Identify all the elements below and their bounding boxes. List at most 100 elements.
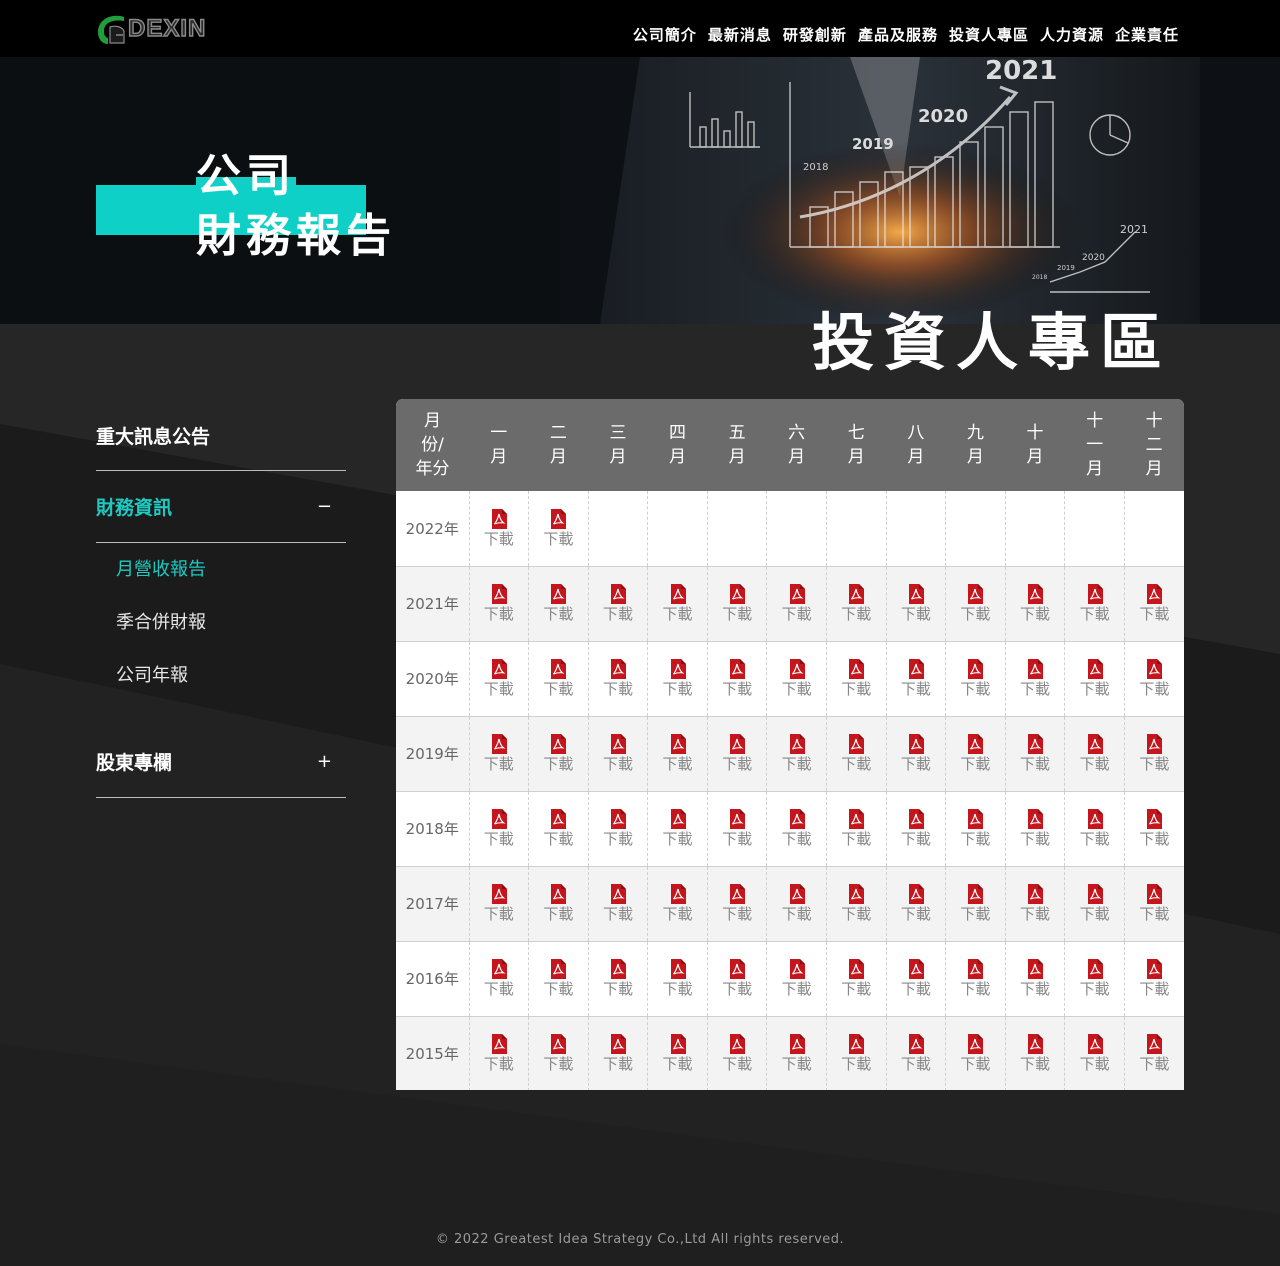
sidebar-item-shareholders[interactable]: 股東專欄 + bbox=[96, 726, 346, 798]
download-link[interactable]: 下載 bbox=[722, 734, 752, 773]
download-link[interactable]: 下載 bbox=[841, 959, 871, 998]
logo[interactable]: DEXIN bbox=[96, 12, 206, 46]
download-link[interactable]: 下載 bbox=[841, 1034, 871, 1073]
download-link[interactable]: 下載 bbox=[543, 508, 573, 548]
sidebar-subitem-annual-report[interactable]: 公司年報 bbox=[116, 663, 346, 716]
download-link[interactable]: 下載 bbox=[841, 584, 871, 623]
sidebar-item-financial-info[interactable]: 財務資訊 − bbox=[96, 471, 346, 543]
download-link[interactable]: 下載 bbox=[484, 508, 514, 548]
download-link[interactable]: 下載 bbox=[1020, 959, 1050, 998]
download-link[interactable]: 下載 bbox=[1139, 584, 1169, 623]
sidebar-item-announcements[interactable]: 重大訊息公告 bbox=[96, 400, 346, 471]
download-link[interactable]: 下載 bbox=[543, 1034, 573, 1073]
download-link[interactable]: 下載 bbox=[484, 734, 514, 773]
download-link[interactable]: 下載 bbox=[960, 1034, 990, 1073]
nav-item-hr[interactable]: 人力資源 bbox=[1040, 24, 1104, 45]
download-link[interactable]: 下載 bbox=[663, 884, 693, 923]
download-link[interactable]: 下載 bbox=[484, 659, 514, 698]
nav-item-news[interactable]: 最新消息 bbox=[708, 24, 772, 45]
download-link[interactable]: 下載 bbox=[1080, 659, 1110, 698]
download-link[interactable]: 下載 bbox=[782, 959, 812, 998]
download-link[interactable]: 下載 bbox=[1020, 584, 1050, 623]
download-link[interactable]: 下載 bbox=[901, 734, 931, 773]
download-link[interactable]: 下載 bbox=[543, 734, 573, 773]
nav-item-products[interactable]: 產品及服務 bbox=[858, 24, 938, 45]
download-link[interactable]: 下載 bbox=[841, 809, 871, 848]
download-link[interactable]: 下載 bbox=[1139, 659, 1169, 698]
download-link[interactable]: 下載 bbox=[484, 584, 514, 623]
download-link[interactable]: 下載 bbox=[960, 959, 990, 998]
download-link[interactable]: 下載 bbox=[484, 809, 514, 848]
expand-icon[interactable]: + bbox=[317, 751, 332, 772]
download-link[interactable]: 下載 bbox=[543, 884, 573, 923]
download-link[interactable]: 下載 bbox=[901, 584, 931, 623]
download-link[interactable]: 下載 bbox=[603, 659, 633, 698]
download-link[interactable]: 下載 bbox=[901, 1034, 931, 1073]
download-link[interactable]: 下載 bbox=[782, 659, 812, 698]
download-link[interactable]: 下載 bbox=[1080, 584, 1110, 623]
download-link[interactable]: 下載 bbox=[722, 659, 752, 698]
download-link[interactable]: 下載 bbox=[1080, 809, 1110, 848]
download-link[interactable]: 下載 bbox=[1020, 1034, 1050, 1073]
download-link[interactable]: 下載 bbox=[1020, 809, 1050, 848]
download-link[interactable]: 下載 bbox=[901, 659, 931, 698]
download-link[interactable]: 下載 bbox=[484, 959, 514, 998]
download-link[interactable]: 下載 bbox=[1139, 959, 1169, 998]
download-link[interactable]: 下載 bbox=[960, 884, 990, 923]
download-link[interactable]: 下載 bbox=[543, 659, 573, 698]
download-link[interactable]: 下載 bbox=[1020, 659, 1050, 698]
download-link[interactable]: 下載 bbox=[1139, 734, 1169, 773]
download-link[interactable]: 下載 bbox=[722, 884, 752, 923]
download-link[interactable]: 下載 bbox=[901, 959, 931, 998]
download-link[interactable]: 下載 bbox=[543, 584, 573, 623]
download-link[interactable]: 下載 bbox=[663, 1034, 693, 1073]
download-link[interactable]: 下載 bbox=[960, 809, 990, 848]
download-link[interactable]: 下載 bbox=[543, 959, 573, 998]
download-link[interactable]: 下載 bbox=[960, 584, 990, 623]
download-link[interactable]: 下載 bbox=[1020, 734, 1050, 773]
nav-item-about[interactable]: 公司簡介 bbox=[633, 24, 697, 45]
download-link[interactable]: 下載 bbox=[1139, 884, 1169, 923]
collapse-icon[interactable]: − bbox=[317, 496, 332, 517]
download-link[interactable]: 下載 bbox=[603, 959, 633, 998]
download-link[interactable]: 下載 bbox=[722, 809, 752, 848]
download-link[interactable]: 下載 bbox=[841, 659, 871, 698]
download-link[interactable]: 下載 bbox=[663, 959, 693, 998]
sidebar-subitem-quarterly-report[interactable]: 季合併財報 bbox=[116, 610, 346, 663]
download-link[interactable]: 下載 bbox=[782, 584, 812, 623]
download-link[interactable]: 下載 bbox=[782, 809, 812, 848]
download-link[interactable]: 下載 bbox=[484, 884, 514, 923]
download-link[interactable]: 下載 bbox=[663, 809, 693, 848]
download-link[interactable]: 下載 bbox=[901, 884, 931, 923]
download-link[interactable]: 下載 bbox=[782, 884, 812, 923]
download-link[interactable]: 下載 bbox=[484, 1034, 514, 1073]
download-link[interactable]: 下載 bbox=[543, 809, 573, 848]
download-link[interactable]: 下載 bbox=[1080, 884, 1110, 923]
download-link[interactable]: 下載 bbox=[1139, 1034, 1169, 1073]
sidebar-subitem-monthly-revenue[interactable]: 月營收報告 bbox=[116, 557, 346, 610]
download-link[interactable]: 下載 bbox=[603, 734, 633, 773]
download-link[interactable]: 下載 bbox=[1080, 1034, 1110, 1073]
download-link[interactable]: 下載 bbox=[960, 734, 990, 773]
download-link[interactable]: 下載 bbox=[603, 884, 633, 923]
download-link[interactable]: 下載 bbox=[603, 1034, 633, 1073]
download-link[interactable]: 下載 bbox=[1139, 809, 1169, 848]
download-link[interactable]: 下載 bbox=[663, 584, 693, 623]
download-link[interactable]: 下載 bbox=[841, 734, 871, 773]
download-link[interactable]: 下載 bbox=[722, 959, 752, 998]
nav-item-investors[interactable]: 投資人專區 bbox=[949, 24, 1029, 45]
download-link[interactable]: 下載 bbox=[663, 734, 693, 773]
download-link[interactable]: 下載 bbox=[782, 734, 812, 773]
download-link[interactable]: 下載 bbox=[1020, 884, 1050, 923]
nav-item-rd[interactable]: 研發創新 bbox=[783, 24, 847, 45]
download-link[interactable]: 下載 bbox=[901, 809, 931, 848]
download-link[interactable]: 下載 bbox=[960, 659, 990, 698]
download-link[interactable]: 下載 bbox=[1080, 959, 1110, 998]
nav-item-csr[interactable]: 企業責任 bbox=[1115, 24, 1179, 45]
download-link[interactable]: 下載 bbox=[603, 584, 633, 623]
download-link[interactable]: 下載 bbox=[1080, 734, 1110, 773]
download-link[interactable]: 下載 bbox=[722, 1034, 752, 1073]
download-link[interactable]: 下載 bbox=[722, 584, 752, 623]
download-link[interactable]: 下載 bbox=[782, 1034, 812, 1073]
download-link[interactable]: 下載 bbox=[603, 809, 633, 848]
